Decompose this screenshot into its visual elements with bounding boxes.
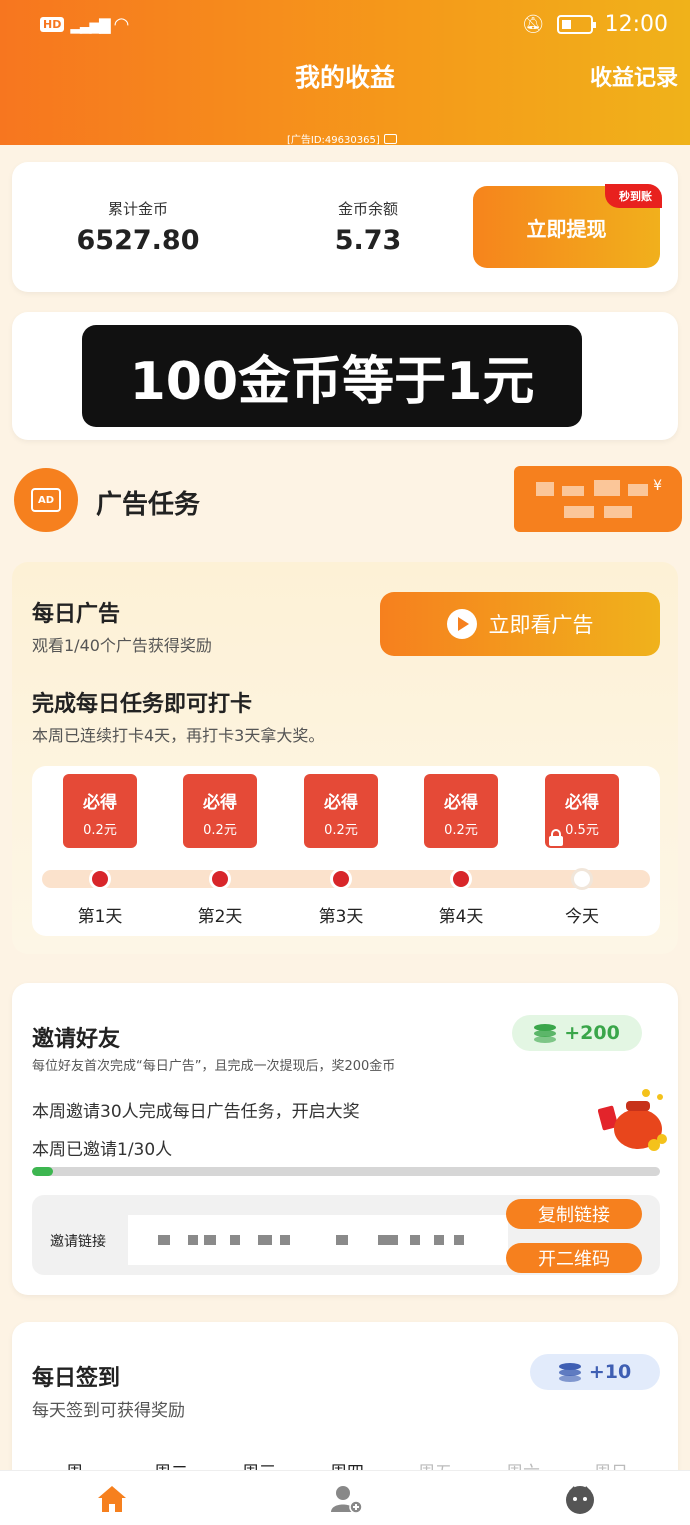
day-label: 第3天 — [318, 907, 364, 927]
invite-link-box: 邀请链接 复制链接 开二维码 — [32, 1195, 660, 1275]
checkin-dot-done — [209, 868, 231, 890]
mute-bell-icon: 🔕︎ — [521, 14, 545, 35]
daily-ad-title: 每日广告 — [32, 602, 121, 627]
reward-tile-day2: 必得 0.2元 — [183, 774, 257, 848]
day-label: 今天 — [565, 907, 599, 927]
profile-icon — [566, 1486, 594, 1514]
watch-ad-button[interactable]: 立即看广告 — [380, 592, 660, 656]
qr-code-button[interactable]: 开二维码 — [506, 1243, 642, 1273]
daily-ad-subtitle: 观看1/40个广告获得奖励 — [32, 636, 212, 655]
checkin-dot-today — [571, 868, 593, 890]
ad-reward-badge-blurred[interactable]: ¥ — [514, 466, 682, 532]
total-coins-label: 累计金币 — [107, 200, 168, 218]
checkin-dot-done — [450, 868, 472, 890]
wifi-icon: ◠ — [114, 14, 129, 35]
daily-ad-card: 每日广告 观看1/40个广告获得奖励 立即看广告 完成每日任务即可打卡 本周已连… — [12, 562, 678, 954]
invite-rule: 每位好友首次完成“每日广告”，且完成一次提现后，奖200金币 — [32, 1059, 396, 1074]
ad-id-label: [广告ID:49630365] — [287, 131, 397, 146]
clock: 12:00 — [604, 12, 668, 37]
checkin-title: 完成每日任务即可打卡 — [32, 692, 253, 717]
ad-task-title: 广告任务 — [96, 490, 201, 520]
add-user-icon — [331, 1486, 363, 1514]
lock-icon — [549, 829, 563, 846]
coins-card: 累计金币 6527.80 金币余额 5.73 立即提现 秒到账 — [12, 162, 678, 292]
reward-tile-day4: 必得 0.2元 — [424, 774, 498, 848]
currency-sign: ¥ — [653, 478, 662, 494]
ad-icon: AD — [14, 468, 78, 532]
copy-link-button[interactable]: 复制链接 — [506, 1199, 642, 1229]
header: HD ▂▃▅▇ ◠ 🔕︎ 12:00 我的收益 收益记录 [广告ID:49630… — [0, 0, 690, 146]
invite-reward-badge: +200 — [512, 1015, 642, 1051]
invite-progress-bar — [32, 1167, 660, 1176]
invite-progress-text: 本周已邀请1/30人 — [32, 1140, 173, 1160]
caption-overlay: 100金币等于1元 — [82, 325, 582, 427]
day-label: 第4天 — [438, 907, 484, 927]
status-bar: HD ▂▃▅▇ ◠ 🔕︎ 12:00 — [0, 10, 690, 44]
invite-link-label: 邀请链接 — [50, 1234, 106, 1250]
balance-value: 5.73 — [334, 225, 402, 256]
checkin-subtitle: 本周已连续打卡4天，再打卡3天拿大奖。 — [32, 726, 325, 745]
total-coins: 累计金币 6527.80 — [68, 198, 208, 256]
bottom-nav — [0, 1470, 690, 1525]
invite-link-blurred[interactable] — [128, 1215, 508, 1265]
invite-title: 邀请好友 — [32, 1027, 121, 1052]
nav-home[interactable] — [92, 1479, 132, 1519]
day-label: 第2天 — [197, 907, 243, 927]
withdraw-button[interactable]: 立即提现 秒到账 — [473, 184, 662, 268]
checkin-track: 必得 0.2元 必得 0.2元 必得 0.2元 必得 0.2元 必得 0.5元 … — [32, 766, 660, 936]
coin-balance: 金币余额 5.73 — [308, 198, 428, 256]
balance-label: 金币余额 — [337, 200, 398, 218]
reward-tile-today[interactable]: 必得 0.5元 — [545, 774, 619, 848]
signal-icon: ▂▃▅▇ — [70, 15, 110, 34]
reward-tile-day3: 必得 0.2元 — [304, 774, 378, 848]
page-title: 我的收益 — [294, 63, 395, 92]
nav-invite[interactable] — [326, 1479, 366, 1519]
invite-weekly-goal: 本周邀请30人完成每日广告任务，开启大奖 — [32, 1102, 360, 1122]
invite-card: 邀请好友 +200 每位好友首次完成“每日广告”，且完成一次提现后，奖200金币… — [12, 983, 678, 1295]
copy-icon[interactable] — [383, 133, 397, 144]
coins-icon — [534, 1024, 557, 1043]
total-coins-value: 6527.80 — [76, 225, 200, 256]
instant-badge: 秒到账 — [605, 184, 662, 208]
earnings-records-link[interactable]: 收益记录 — [590, 60, 678, 92]
invite-progress-fill — [32, 1167, 53, 1176]
battery-icon — [556, 15, 596, 34]
money-bag-icon — [598, 1089, 667, 1151]
play-icon — [446, 609, 477, 639]
checkin-dot-done — [89, 868, 111, 890]
nav-profile[interactable] — [560, 1479, 600, 1519]
checkin-dot-done — [330, 868, 352, 890]
day-label: 第1天 — [77, 907, 123, 927]
reward-tile-day1: 必得 0.2元 — [63, 774, 137, 848]
home-icon — [98, 1486, 126, 1512]
hd-badge: HD — [40, 17, 65, 32]
